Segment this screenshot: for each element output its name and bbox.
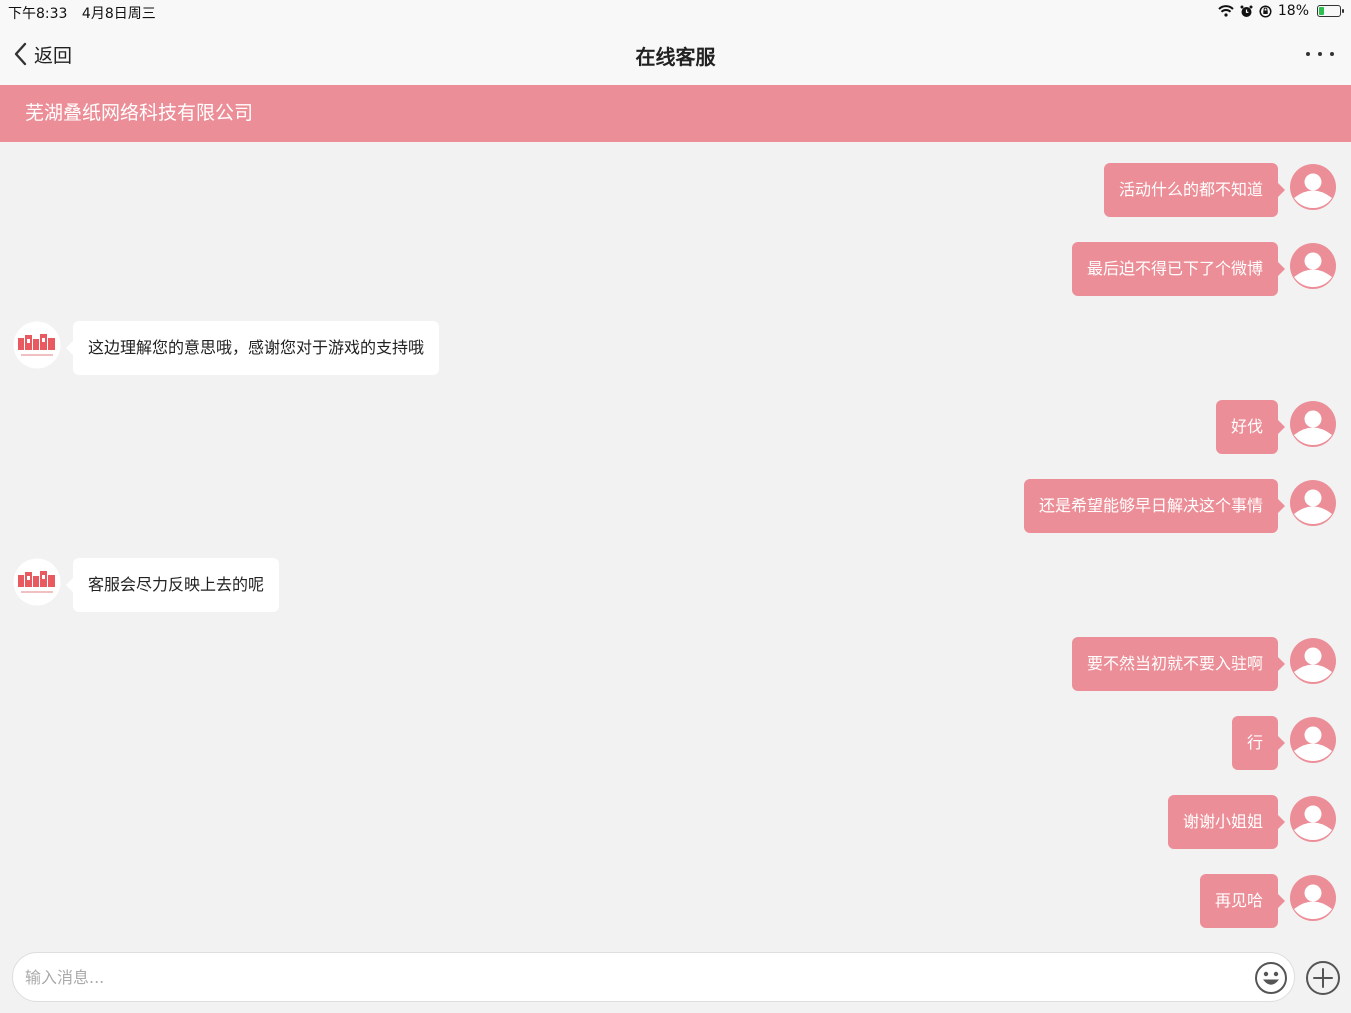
user-message: 还是希望能够早日解决这个事情	[0, 479, 1351, 533]
user-avatar[interactable]	[1289, 637, 1337, 685]
status-time: 下午8:33	[8, 6, 68, 22]
user-message: 谢谢小姐姐	[0, 795, 1351, 849]
message-bubble[interactable]: 行	[1231, 716, 1286, 770]
message-bubble[interactable]: 还是希望能够早日解决这个事情	[1023, 479, 1286, 533]
message-bubble[interactable]: 谢谢小姐姐	[1167, 795, 1286, 849]
alarm-icon	[1240, 5, 1253, 17]
status-date: 4月8日周三	[81, 6, 156, 22]
message-bubble[interactable]: 要不然当初就不要入驻啊	[1071, 637, 1286, 691]
message-bubble[interactable]: 客服会尽力反映上去的呢	[65, 558, 280, 612]
message-bubble[interactable]: 再见哈	[1199, 874, 1286, 928]
agent-avatar[interactable]	[13, 321, 61, 369]
message-bubble[interactable]: 好伐	[1215, 400, 1286, 454]
wifi-icon	[1218, 5, 1234, 17]
user-avatar[interactable]	[1289, 242, 1337, 290]
company-banner: 芜湖叠纸网络科技有限公司	[0, 85, 1351, 142]
user-message: 好伐	[0, 400, 1351, 454]
emoji-icon[interactable]	[1254, 961, 1288, 995]
message-input[interactable]	[25, 961, 1245, 993]
user-message: 最后迫不得已下了个微博	[0, 242, 1351, 296]
user-message: 行	[0, 716, 1351, 770]
agent-avatar[interactable]	[13, 558, 61, 606]
add-icon[interactable]	[1305, 960, 1341, 996]
user-avatar[interactable]	[1289, 716, 1337, 764]
battery-percent: 18%	[1277, 3, 1309, 19]
input-bar	[0, 942, 1351, 1013]
message-bubble[interactable]: 最后迫不得已下了个微博	[1071, 242, 1286, 296]
user-message: 再见哈	[0, 874, 1351, 928]
chat-page: 下午8:33 4月8日周三 18% 返回 在线客服 芜湖叠纸网络科技有限公司 活…	[0, 0, 1351, 1013]
battery-icon	[1317, 5, 1344, 17]
user-avatar[interactable]	[1289, 400, 1337, 448]
message-input-box[interactable]	[12, 952, 1295, 1002]
user-avatar[interactable]	[1289, 874, 1337, 922]
chat-messages[interactable]: 活动什么的都不知道最后迫不得已下了个微博这边理解您的意思哦，感谢您对于游戏的支持…	[0, 142, 1351, 942]
user-message: 活动什么的都不知道	[0, 163, 1351, 217]
status-left: 下午8:33 4月8日周三	[8, 3, 166, 23]
message-bubble[interactable]: 这边理解您的意思哦，感谢您对于游戏的支持哦	[65, 321, 440, 375]
agent-message: 客服会尽力反映上去的呢	[0, 558, 1351, 612]
nav-bar: 返回 在线客服	[0, 24, 1351, 85]
user-message: 要不然当初就不要入驻啊	[0, 637, 1351, 691]
user-avatar[interactable]	[1289, 479, 1337, 527]
status-right: 18%	[1218, 3, 1344, 19]
user-avatar[interactable]	[1289, 163, 1337, 211]
more-options-button[interactable]	[1305, 46, 1335, 62]
user-avatar[interactable]	[1289, 795, 1337, 843]
message-bubble[interactable]: 活动什么的都不知道	[1103, 163, 1286, 217]
agent-message: 这边理解您的意思哦，感谢您对于游戏的支持哦	[0, 321, 1351, 375]
page-title: 在线客服	[635, 45, 716, 69]
rotation-lock-icon	[1259, 4, 1272, 18]
status-bar: 下午8:33 4月8日周三 18%	[0, 0, 1351, 24]
